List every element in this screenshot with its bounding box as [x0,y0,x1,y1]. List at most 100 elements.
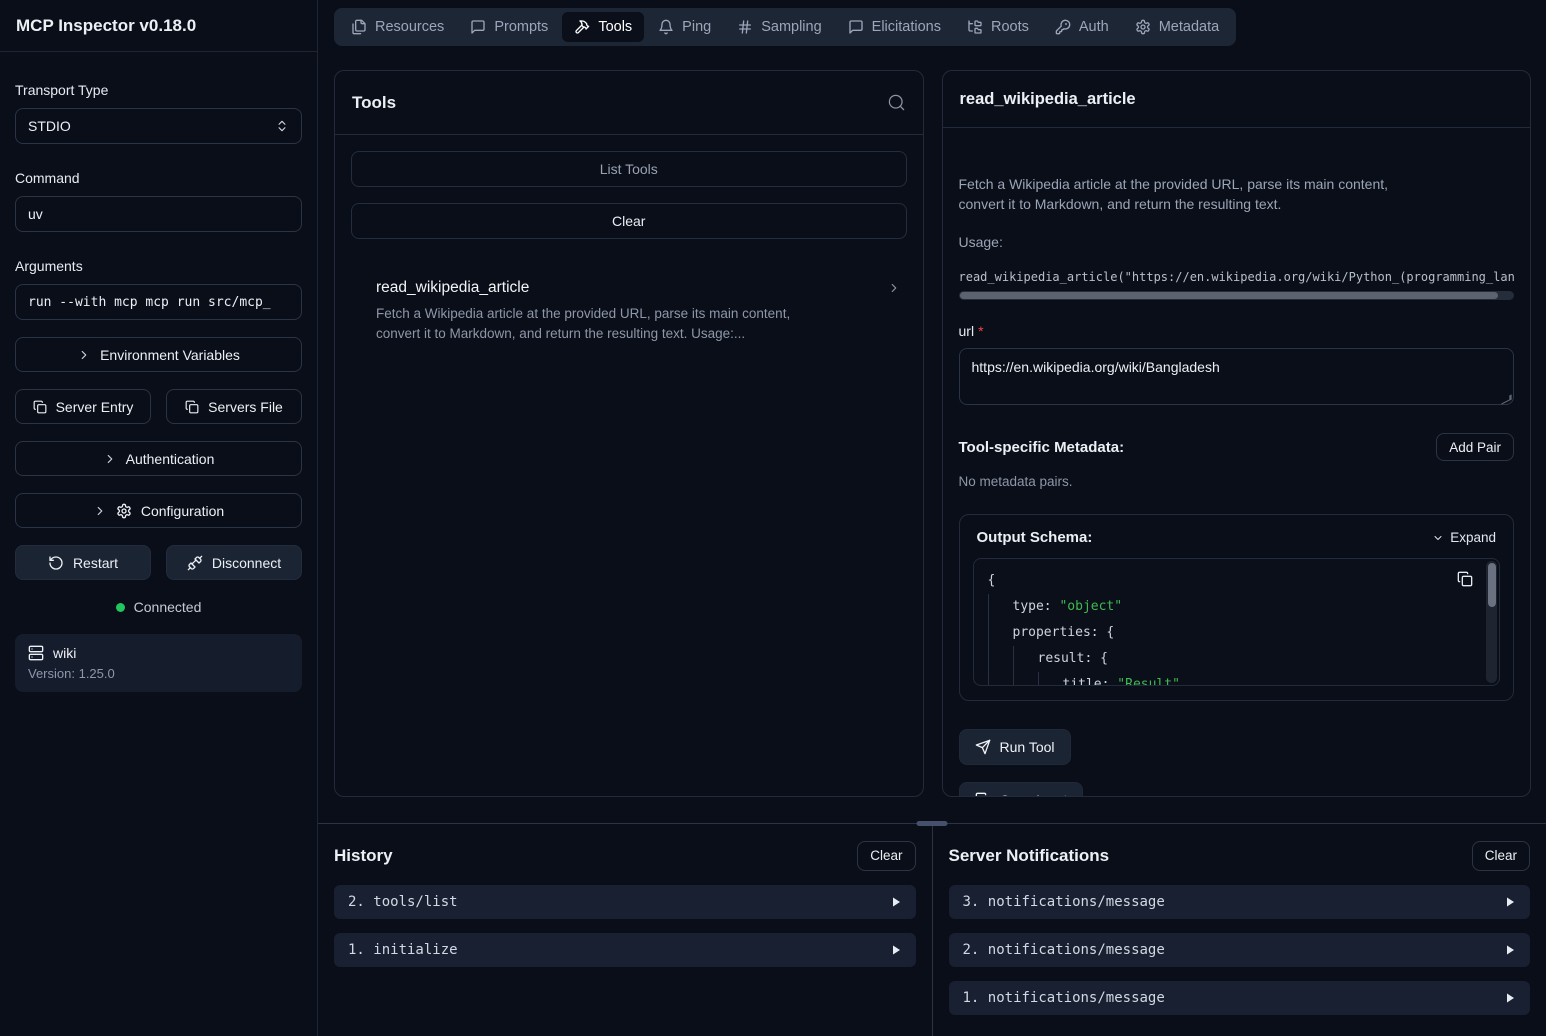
splitter-drag-handle[interactable] [917,821,948,826]
url-input[interactable]: https://en.wikipedia.org/wiki/Bangladesh [959,348,1515,405]
restart-label: Restart [73,555,118,571]
expand-schema-button[interactable]: Expand [1432,530,1496,545]
hash-icon [737,19,753,35]
vertical-scrollbar[interactable] [1486,561,1497,683]
schema-key: result: { [1038,646,1108,672]
server-name: wiki [53,645,76,661]
list-tools-button[interactable]: List Tools [351,151,907,187]
server-notifications-panel: Server Notifications Clear 3. notificati… [933,824,1546,1036]
tool-detail-description: Fetch a Wikipedia article at the provide… [959,174,1431,214]
tab-ping[interactable]: Ping [646,12,723,42]
server-entry-label: Server Entry [56,399,134,415]
notification-item[interactable]: 2. notifications/message [949,933,1531,967]
copy-icon [33,400,47,414]
copy-icon [975,792,991,796]
app-title: MCP Inspector v0.18.0 [16,16,196,36]
output-schema-section: Output Schema: Expand { type: "object" p… [959,514,1515,701]
command-input[interactable] [15,196,302,232]
key-icon [1055,19,1071,35]
schema-value: "object" [1059,594,1122,620]
tab-metadata[interactable]: Metadata [1123,12,1231,42]
copy-input-button[interactable]: Copy Input [959,782,1084,796]
horizontal-scrollbar[interactable] [959,291,1515,300]
tab-label: Metadata [1159,19,1219,35]
server-info-card: wiki Version: 1.25.0 [15,634,302,692]
unplug-icon [187,555,203,571]
server-entry-button[interactable]: Server Entry [15,389,151,424]
clear-tools-button[interactable]: Clear [351,203,907,239]
schema-code-block: { type: "object" properties: { result: {… [973,558,1501,686]
chevron-right-icon [93,504,107,518]
gear-icon [1135,19,1151,35]
search-icon[interactable] [887,93,906,112]
history-item[interactable]: 1. initialize [334,933,916,967]
schema-key: type: [1013,594,1060,620]
no-metadata-text: No metadata pairs. [959,474,1515,489]
scrollbar-thumb[interactable] [1488,563,1496,607]
url-field-label: url [959,323,975,339]
disconnect-button[interactable]: Disconnect [166,545,302,580]
play-icon [890,896,902,908]
authentication-label: Authentication [126,451,215,467]
tab-sampling[interactable]: Sampling [725,12,833,42]
authentication-button[interactable]: Authentication [15,441,302,476]
tab-tools[interactable]: Tools [562,12,644,42]
tab-prompts[interactable]: Prompts [458,12,560,42]
connection-status-label: Connected [134,599,202,615]
message-square-icon [848,19,864,35]
play-icon [1504,896,1516,908]
configuration-button[interactable]: Configuration [15,493,302,528]
tool-list-item[interactable]: read_wikipedia_article Fetch a Wikipedia… [351,279,907,345]
run-tool-button[interactable]: Run Tool [959,729,1071,765]
configuration-label: Configuration [141,503,224,519]
arguments-input[interactable] [15,284,302,320]
environment-variables-button[interactable]: Environment Variables [15,337,302,372]
transport-type-select[interactable]: STDIO [15,108,302,144]
tab-label: Auth [1079,19,1109,35]
sidebar-header: MCP Inspector v0.18.0 [0,0,317,52]
metadata-label: Tool-specific Metadata: [959,439,1125,456]
bell-icon [658,19,674,35]
copy-schema-icon[interactable] [1457,571,1473,587]
history-panel: History Clear 2. tools/list 1. initializ… [318,824,932,1036]
servers-file-button[interactable]: Servers File [166,389,302,424]
tab-label: Roots [991,19,1029,35]
usage-code: read_wikipedia_article("https://en.wikip… [959,270,1515,284]
sidebar: MCP Inspector v0.18.0 Transport Type STD… [0,0,318,1036]
run-tool-label: Run Tool [1000,739,1055,755]
server-icon [28,645,44,661]
notification-item[interactable]: 1. notifications/message [949,981,1531,1015]
scrollbar-thumb[interactable] [960,292,1499,299]
notification-item-label: 2. notifications/message [963,942,1165,958]
play-icon [890,944,902,956]
gear-icon [116,503,132,519]
chevrons-up-down-icon [275,119,289,133]
required-marker: * [978,323,983,339]
tab-elicitations[interactable]: Elicitations [836,12,953,42]
main-area: Resources Prompts Tools Ping Sampling El… [318,0,1546,1036]
clear-notifications-button[interactable]: Clear [1472,841,1530,871]
servers-file-label: Servers File [208,399,283,415]
clear-history-button[interactable]: Clear [857,841,915,871]
history-item-label: 1. initialize [348,942,458,958]
notification-item[interactable]: 3. notifications/message [949,885,1531,919]
send-icon [975,739,991,755]
tool-detail-title: read_wikipedia_article [960,90,1136,109]
tools-panel-title: Tools [352,93,396,113]
expand-label: Expand [1450,530,1496,545]
history-item[interactable]: 2. tools/list [334,885,916,919]
tab-auth[interactable]: Auth [1043,12,1121,42]
add-pair-button[interactable]: Add Pair [1436,433,1514,461]
restart-button[interactable]: Restart [15,545,151,580]
tab-roots[interactable]: Roots [955,12,1041,42]
tool-name: read_wikipedia_article [376,279,529,297]
message-square-icon [470,19,486,35]
tab-label: Prompts [494,19,548,35]
top-nav: Resources Prompts Tools Ping Sampling El… [334,8,1530,46]
panel-splitter [318,823,1546,824]
notification-item-label: 3. notifications/message [963,894,1165,910]
tab-label: Sampling [761,19,821,35]
tab-resources[interactable]: Resources [339,12,456,42]
tool-description: Fetch a Wikipedia article at the provide… [376,304,836,345]
chevron-down-icon [1432,532,1444,544]
